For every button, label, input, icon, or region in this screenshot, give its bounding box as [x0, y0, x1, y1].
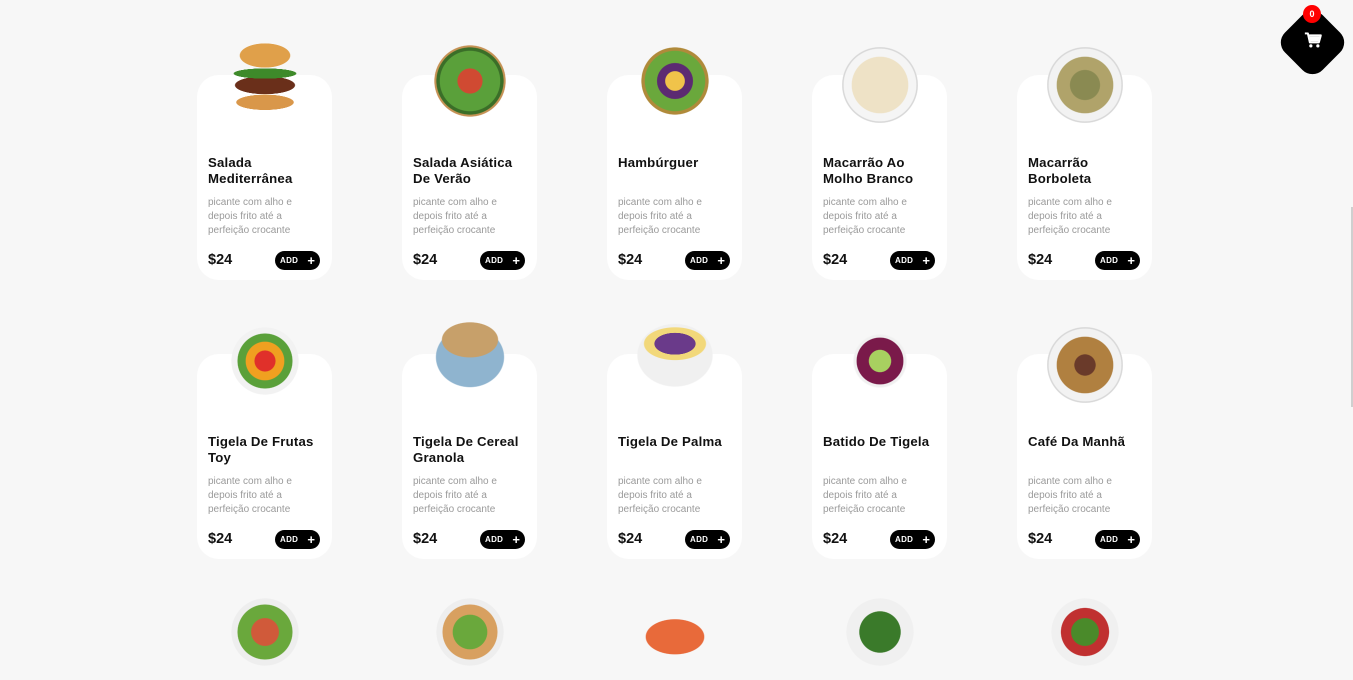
add-to-cart-button[interactable]: ADD +: [275, 530, 320, 549]
plus-icon: +: [307, 253, 315, 268]
add-label: ADD: [1100, 256, 1119, 265]
add-to-cart-button[interactable]: ADD +: [1095, 251, 1140, 270]
product-card: Café Da Manhã picante com alho e depois …: [1017, 279, 1152, 559]
product-description: picante com alho e depois frito até a pe…: [413, 197, 497, 236]
plus-icon: +: [1127, 532, 1135, 547]
plus-icon: +: [922, 532, 930, 547]
pasta-plate-image: [827, 33, 932, 137]
burger-image: [218, 33, 311, 123]
product-card: Tigela De Cereal Granola picante com alh…: [402, 279, 537, 559]
plus-icon: +: [717, 253, 725, 268]
product-card: Macarrão Borboleta picante com alho e de…: [1017, 0, 1152, 280]
product-price: $24: [208, 531, 233, 547]
add-to-cart-button[interactable]: ADD +: [480, 530, 525, 549]
product-description: picante com alho e depois frito até a pe…: [413, 476, 497, 515]
acai-bowl-image: [621, 313, 728, 409]
breakfast-bowl-image: [1032, 313, 1137, 417]
product-price: $24: [823, 252, 848, 268]
food-image: [421, 584, 518, 680]
product-price: $24: [1028, 252, 1053, 268]
product-card-partial: [812, 584, 947, 680]
product-price: $24: [618, 531, 643, 547]
food-image: [626, 584, 723, 680]
product-card: Tigela De Frutas Toy picante com alho e …: [197, 279, 332, 559]
plus-icon: +: [717, 532, 725, 547]
product-description: picante com alho e depois frito até a pe…: [208, 197, 292, 236]
add-to-cart-button[interactable]: ADD +: [480, 251, 525, 270]
product-name: Macarrão Borboleta: [1028, 155, 1092, 186]
product-card-partial: [197, 584, 332, 680]
product-name: Salada Asiática De Verão: [413, 155, 513, 186]
plus-icon: +: [1127, 253, 1135, 268]
plus-icon: +: [922, 253, 930, 268]
salad-bowl-image: [421, 33, 518, 129]
smoothie-bowl-image: [831, 313, 928, 409]
granola-bowl-image: [421, 313, 518, 409]
add-label: ADD: [280, 256, 299, 265]
product-card: Salada Mediterrânea picante com alho e d…: [197, 0, 332, 280]
product-name: Tigela De Palma: [618, 434, 722, 449]
product-price: $24: [413, 531, 438, 547]
food-image: [216, 584, 313, 680]
cart-icon: [1304, 31, 1322, 53]
product-description: picante com alho e depois frito até a pe…: [823, 197, 907, 236]
product-name: Tigela De Frutas Toy: [208, 434, 314, 465]
product-description: picante com alho e depois frito até a pe…: [208, 476, 292, 515]
food-image: [1036, 584, 1133, 680]
plus-icon: +: [512, 253, 520, 268]
farfalle-plate-image: [1032, 33, 1137, 137]
add-to-cart-button[interactable]: ADD +: [890, 251, 935, 270]
plus-icon: +: [512, 532, 520, 547]
product-description: picante com alho e depois frito até a pe…: [618, 476, 702, 515]
next-row-preview: [197, 584, 1152, 680]
poke-bowl-image: [626, 33, 723, 129]
plus-icon: +: [307, 532, 315, 547]
add-to-cart-button[interactable]: ADD +: [275, 251, 320, 270]
add-to-cart-button[interactable]: ADD +: [685, 530, 730, 549]
product-card-partial: [1017, 584, 1152, 680]
product-name: Salada Mediterrânea: [208, 155, 293, 186]
add-to-cart-button[interactable]: ADD +: [685, 251, 730, 270]
product-card: Tigela De Palma picante com alho e depoi…: [607, 279, 742, 559]
product-card-partial: [607, 584, 742, 680]
add-label: ADD: [690, 256, 709, 265]
product-card: Salada Asiática De Verão picante com alh…: [402, 0, 537, 280]
product-name: Hambúrguer: [618, 155, 699, 170]
food-image: [831, 584, 928, 680]
product-card: Macarrão Ao Molho Branco picante com alh…: [812, 0, 947, 280]
add-to-cart-button[interactable]: ADD +: [890, 530, 935, 549]
product-description: picante com alho e depois frito até a pe…: [1028, 197, 1112, 236]
cart-count-badge: 0: [1303, 5, 1321, 23]
product-description: picante com alho e depois frito até a pe…: [1028, 476, 1112, 515]
product-name: Tigela De Cereal Granola: [413, 434, 519, 465]
product-name: Café Da Manhã: [1028, 434, 1126, 449]
product-price: $24: [823, 531, 848, 547]
add-label: ADD: [280, 535, 299, 544]
add-label: ADD: [485, 256, 504, 265]
product-name: Macarrão Ao Molho Branco: [823, 155, 914, 186]
fruit-bowl-image: [216, 313, 313, 409]
product-price: $24: [618, 252, 643, 268]
product-name: Batido De Tigela: [823, 434, 930, 449]
product-card: Hambúrguer picante com alho e depois fri…: [607, 0, 742, 280]
add-label: ADD: [485, 535, 504, 544]
product-price: $24: [413, 252, 438, 268]
product-price: $24: [1028, 531, 1053, 547]
add-label: ADD: [895, 535, 914, 544]
product-price: $24: [208, 252, 233, 268]
product-grid: Salada Mediterrânea picante com alho e d…: [197, 0, 1152, 559]
product-card-partial: [402, 584, 537, 680]
product-card: Batido De Tigela picante com alho e depo…: [812, 279, 947, 559]
product-description: picante com alho e depois frito até a pe…: [618, 197, 702, 236]
add-label: ADD: [690, 535, 709, 544]
add-to-cart-button[interactable]: ADD +: [1095, 530, 1140, 549]
add-label: ADD: [1100, 535, 1119, 544]
product-description: picante com alho e depois frito até a pe…: [823, 476, 907, 515]
add-label: ADD: [895, 256, 914, 265]
